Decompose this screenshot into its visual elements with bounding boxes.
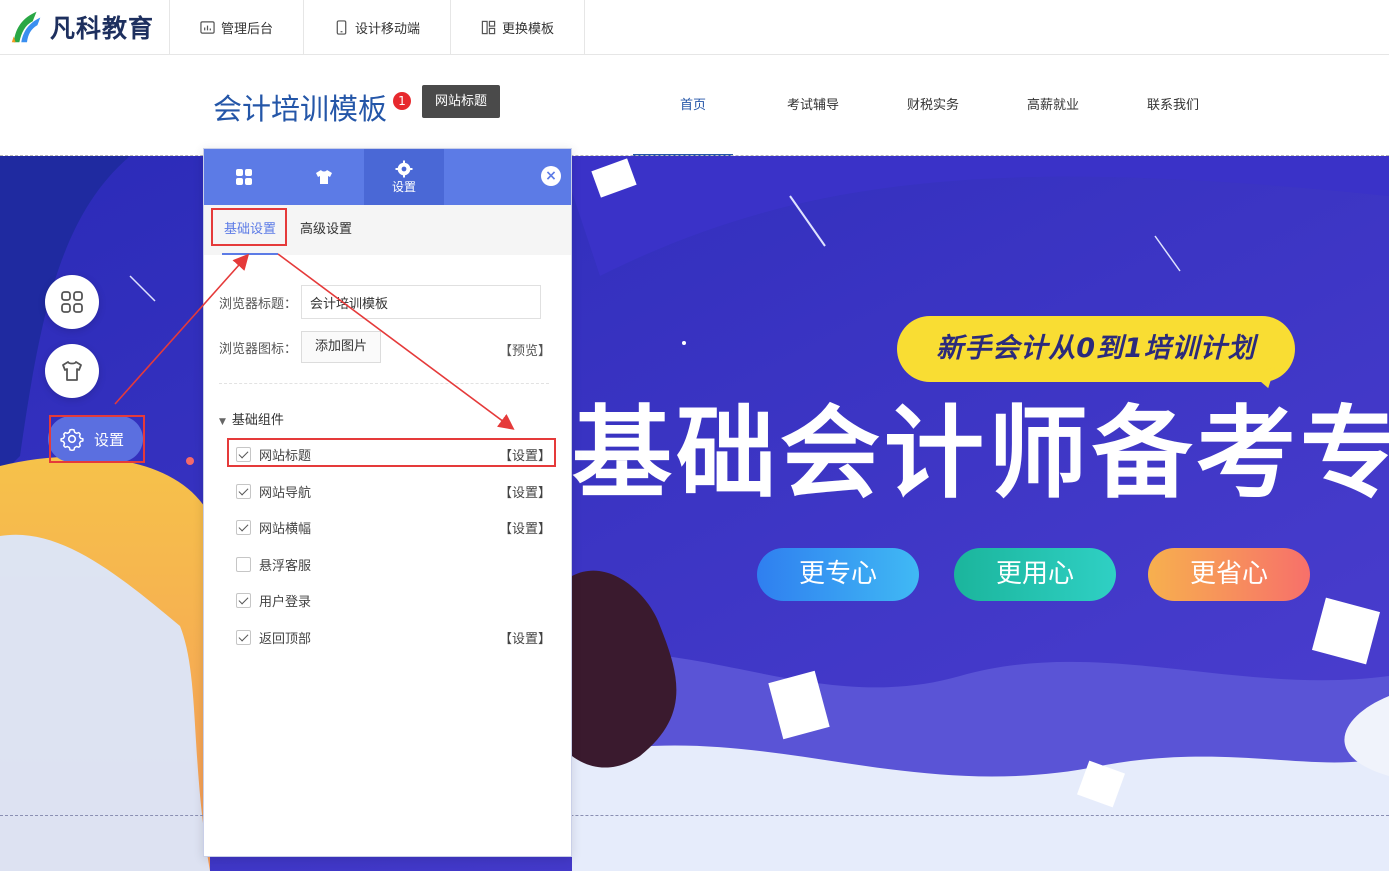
- mobile-icon: [336, 19, 347, 35]
- close-icon[interactable]: ×: [541, 166, 561, 186]
- add-image-button[interactable]: 添加图片: [301, 331, 382, 363]
- logo-text: 凡科教育: [50, 14, 155, 43]
- grid-icon: [236, 169, 252, 185]
- site-title-tooltip: 网站标题: [422, 85, 500, 118]
- group-label: 基础组件: [231, 413, 284, 428]
- caret-down-icon: ▼: [219, 417, 226, 427]
- tab-settings-label: 设置: [391, 179, 416, 194]
- checkbox-site-title[interactable]: [236, 446, 251, 462]
- component-settings-link[interactable]: 【设置】: [499, 482, 551, 501]
- banner-headline: 基础会计师备考专: [572, 395, 1389, 512]
- component-row-user-login: 用户登录: [236, 588, 551, 612]
- nav-item-tax[interactable]: 财税实务: [873, 56, 993, 156]
- template-icon: [481, 20, 496, 34]
- subtab-advanced[interactable]: 高级设置: [288, 205, 364, 255]
- subtab-basic[interactable]: 基础设置: [212, 205, 288, 255]
- component-label: 网站横幅: [259, 521, 312, 537]
- checkbox-float-service[interactable]: [236, 556, 251, 572]
- component-settings-link[interactable]: 【设置】: [499, 445, 551, 464]
- notification-badge: 1: [393, 92, 411, 110]
- nav-item-home[interactable]: 首页: [633, 56, 753, 156]
- banner-button-focus[interactable]: 更专心: [757, 548, 919, 601]
- component-row-site-nav: 网站导航 【设置】: [236, 479, 551, 503]
- nav-item-contact[interactable]: 联系我们: [1113, 56, 1233, 156]
- component-label: 返回顶部: [259, 631, 312, 647]
- panel-subtabs: 基础设置 高级设置: [204, 205, 571, 255]
- chart-bar-icon: [200, 20, 215, 34]
- tab-components[interactable]: [204, 149, 284, 205]
- float-settings-button[interactable]: 设置: [48, 416, 143, 462]
- banner-slogan: 新手会计从0到1培训计划: [897, 316, 1295, 382]
- nav-item-exam[interactable]: 考试辅导: [753, 56, 873, 156]
- page: { "logo": { "text": "凡科教育" }, "toolbar":…: [0, 0, 1389, 871]
- checkbox-back-top[interactable]: [236, 629, 251, 645]
- checkbox-site-banner[interactable]: [236, 519, 251, 535]
- toolbar-mobile-label: 设计移动端: [355, 21, 421, 37]
- tab-theme[interactable]: [284, 149, 364, 205]
- admin-toolbar: 凡科教育 管理后台 设计移动端 更换模板: [0, 0, 1389, 55]
- float-theme-button[interactable]: [45, 344, 99, 398]
- nav-item-jobs[interactable]: 高薪就业: [993, 56, 1113, 156]
- browser-title-label: 浏览器标题：: [219, 296, 298, 312]
- tab-settings[interactable]: 设置: [364, 149, 444, 205]
- component-label: 用户登录: [259, 594, 312, 610]
- float-settings-label: 设置: [94, 430, 125, 449]
- banner-button-save[interactable]: 更省心: [1148, 548, 1310, 601]
- logo[interactable]: 凡科教育: [0, 0, 170, 55]
- checkbox-site-nav[interactable]: [236, 483, 251, 499]
- gear-icon: [60, 428, 84, 451]
- component-settings-link[interactable]: 【设置】: [499, 628, 551, 647]
- float-components-button[interactable]: [45, 275, 99, 329]
- component-label: 悬浮客服: [259, 558, 312, 574]
- browser-icon-label: 浏览器图标：: [219, 341, 298, 357]
- toolbar-mobile-button[interactable]: 设计移动端: [304, 0, 452, 55]
- shirt-icon: [62, 361, 82, 381]
- component-label: 网站标题: [259, 448, 312, 464]
- toolbar-template-label: 更换模板: [502, 21, 555, 37]
- checkbox-user-login[interactable]: [236, 592, 251, 608]
- panel-tabbar: 设置 ×: [204, 149, 571, 205]
- site-title[interactable]: 会计培训模板: [213, 86, 387, 128]
- component-settings-link[interactable]: 【设置】: [499, 518, 551, 537]
- shirt-icon: [316, 170, 332, 184]
- banner-button-care[interactable]: 更用心: [954, 548, 1116, 601]
- browser-title-row: 浏览器标题：: [219, 285, 542, 319]
- site-nav: 首页 考试辅导 财税实务 高薪就业 联系我们: [633, 56, 1233, 156]
- toolbar-template-button[interactable]: 更换模板: [451, 0, 586, 55]
- component-row-site-title: 网站标题 【设置】: [236, 442, 551, 466]
- grid-icon: [61, 291, 83, 313]
- preview-link[interactable]: 【预览】: [499, 340, 551, 359]
- gear-icon: [395, 160, 413, 177]
- component-row-site-banner: 网站横幅 【设置】: [236, 515, 551, 539]
- browser-icon-row: 浏览器图标： 添加图片: [219, 331, 382, 363]
- toolbar-admin-button[interactable]: 管理后台: [170, 0, 305, 55]
- component-row-back-top: 返回顶部 【设置】: [236, 625, 551, 649]
- panel-divider: [219, 383, 549, 384]
- toolbar-admin-label: 管理后台: [221, 21, 274, 37]
- settings-panel: 设置 × 基础设置 高级设置 浏览器标题： 浏览器图标： 添加图片 【预览】 ▼…: [203, 148, 572, 857]
- component-label: 网站导航: [259, 485, 312, 501]
- component-row-float-service: 悬浮客服: [236, 552, 551, 576]
- browser-title-input[interactable]: [301, 285, 542, 319]
- basic-components-group[interactable]: ▼ 基础组件: [219, 409, 284, 428]
- logo-mark-icon: [11, 11, 41, 43]
